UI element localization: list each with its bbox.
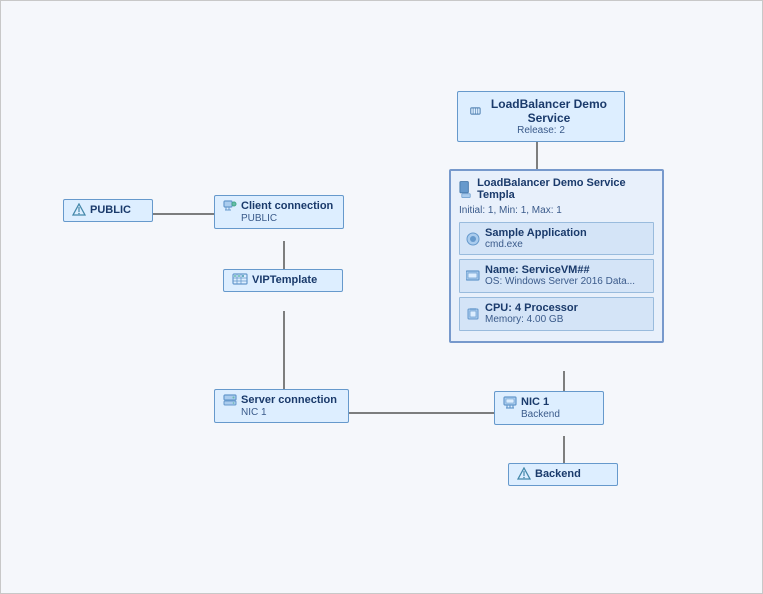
template-title: LoadBalancer Demo Service Templa: [477, 177, 654, 201]
cpu-label: CPU: 4 Processor: [485, 302, 578, 314]
app-icon: [466, 232, 480, 246]
memory-label: Memory: 4.00 GB: [485, 314, 578, 325]
nic1-label: NIC 1: [521, 396, 549, 408]
cpu-section: CPU: 4 Processor Memory: 4.00 GB: [459, 297, 654, 331]
vm-section: Name: ServiceVM## OS: Windows Server 201…: [459, 259, 654, 293]
vip-icon: [232, 273, 248, 287]
template-node[interactable]: LoadBalancer Demo Service Templa Initial…: [449, 169, 664, 343]
nic1-sublabel: Backend: [503, 409, 595, 420]
cpu-icon: [466, 308, 480, 320]
client-connection-node[interactable]: Client connection PUBLIC: [214, 195, 344, 229]
server-connection-icon: [223, 393, 237, 407]
client-connection-label: Client connection: [241, 200, 333, 212]
lb-icon: [470, 104, 481, 118]
backend-node[interactable]: Backend: [508, 463, 618, 486]
app-sub: cmd.exe: [485, 239, 587, 250]
server-connection-sublabel: NIC 1: [223, 407, 340, 418]
vip-template-label: VIPTemplate: [252, 274, 317, 286]
lb-service-subtitle: Release: 2: [470, 125, 612, 136]
client-connection-sublabel: PUBLIC: [223, 213, 335, 224]
lb-service-title: LoadBalancer Demo Service: [486, 97, 612, 125]
app-name: Sample Application: [485, 227, 587, 239]
backend-icon: [517, 467, 531, 481]
vm-os: OS: Windows Server 2016 Data...: [485, 276, 635, 287]
server-connection-label: Server connection: [241, 394, 337, 406]
server-connection-node[interactable]: Server connection NIC 1: [214, 389, 349, 423]
vm-icon: [466, 270, 480, 282]
nic1-node[interactable]: NIC 1 Backend: [494, 391, 604, 425]
backend-label: Backend: [535, 468, 581, 480]
client-connection-icon: [223, 199, 237, 213]
public-node[interactable]: PUBLIC: [63, 199, 153, 222]
vip-template-node[interactable]: VIPTemplate: [223, 269, 343, 292]
diagram-canvas: LoadBalancer Demo Service Release: 2 Loa…: [0, 0, 763, 594]
nic-icon: [503, 395, 517, 409]
public-icon: [72, 203, 86, 217]
public-label: PUBLIC: [90, 204, 131, 216]
vm-name: Name: ServiceVM##: [485, 264, 635, 276]
template-icon: [459, 181, 472, 199]
app-section: Sample Application cmd.exe: [459, 222, 654, 255]
template-subtitle: Initial: 1, Min: 1, Max: 1: [459, 205, 654, 216]
loadbalancer-service-node[interactable]: LoadBalancer Demo Service Release: 2: [457, 91, 625, 142]
